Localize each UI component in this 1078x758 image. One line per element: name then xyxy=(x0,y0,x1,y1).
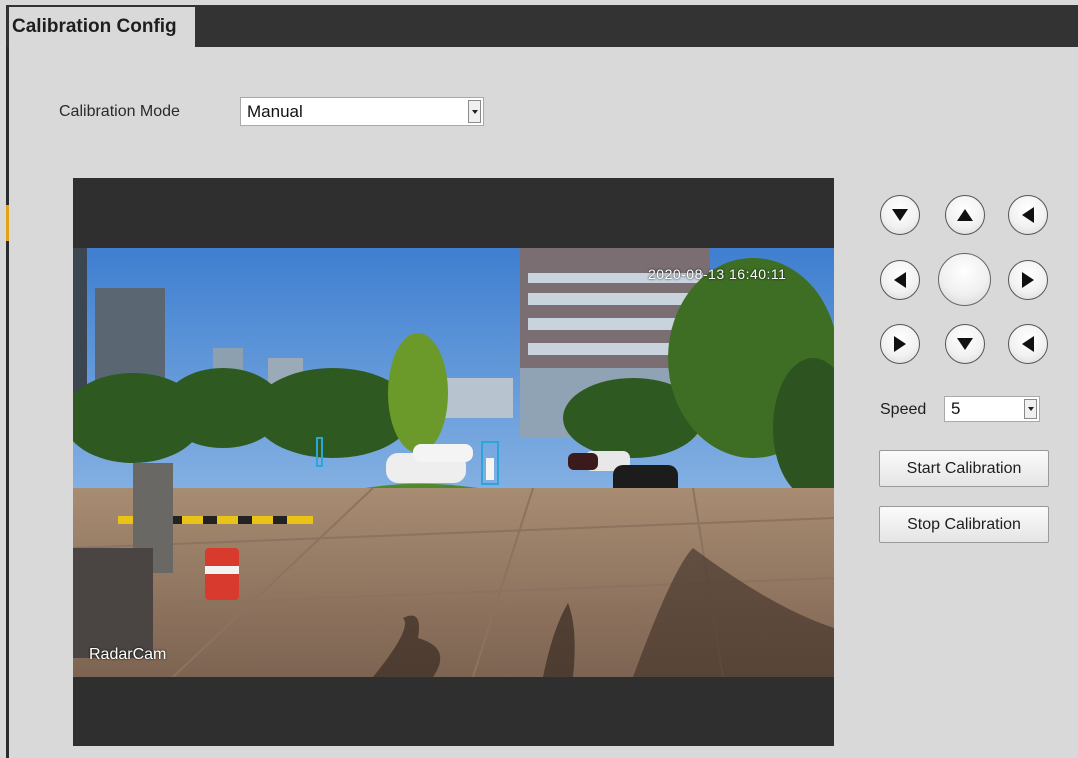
calibration-mode-value: Manual xyxy=(247,101,303,121)
arrow-up-icon xyxy=(957,209,973,221)
stop-calibration-button[interactable]: Stop Calibration xyxy=(879,506,1049,543)
arrow-left-icon xyxy=(894,272,906,288)
arrow-right-icon xyxy=(1022,272,1034,288)
left-border xyxy=(6,5,9,758)
calibration-config-page: Calibration Config Calibration Mode Manu… xyxy=(0,0,1078,758)
arrow-left-icon xyxy=(1022,336,1034,352)
tab-calibration-config[interactable]: Calibration Config xyxy=(9,7,195,47)
start-calibration-button[interactable]: Start Calibration xyxy=(879,450,1049,487)
ptz-center-button[interactable] xyxy=(938,253,991,306)
live-video-view[interactable]: 2020-08-13 16:40:11 RadarCam xyxy=(73,178,834,746)
speed-label: Speed xyxy=(880,401,927,418)
arrow-left-icon xyxy=(1022,207,1034,223)
speed-value: 5 xyxy=(951,399,961,418)
ptz-up-right-button[interactable] xyxy=(1008,195,1048,235)
speed-select[interactable]: 5 xyxy=(944,396,1040,422)
ptz-up-button[interactable] xyxy=(945,195,985,235)
ptz-left-button[interactable] xyxy=(880,260,920,300)
active-indicator xyxy=(6,205,9,241)
ptz-down-left-button[interactable] xyxy=(880,324,920,364)
calibration-mode-select[interactable]: Manual xyxy=(240,97,484,126)
arrow-down-icon xyxy=(892,209,908,221)
calibration-mode-label: Calibration Mode xyxy=(59,103,180,120)
ptz-down-button[interactable] xyxy=(945,324,985,364)
arrow-right-icon xyxy=(894,336,906,352)
ptz-right-button[interactable] xyxy=(1008,260,1048,300)
camera-scene-image: 2020-08-13 16:40:11 RadarCam xyxy=(73,248,834,677)
scene-illustration xyxy=(73,248,834,677)
osd-camera-name: RadarCam xyxy=(89,646,167,663)
arrow-down-icon xyxy=(957,338,973,350)
ptz-down-right-button[interactable] xyxy=(1008,324,1048,364)
dropdown-arrow-icon[interactable] xyxy=(468,100,481,123)
dropdown-arrow-icon[interactable] xyxy=(1024,399,1037,419)
ptz-up-left-button[interactable] xyxy=(880,195,920,235)
osd-timestamp: 2020-08-13 16:40:11 xyxy=(648,266,787,282)
